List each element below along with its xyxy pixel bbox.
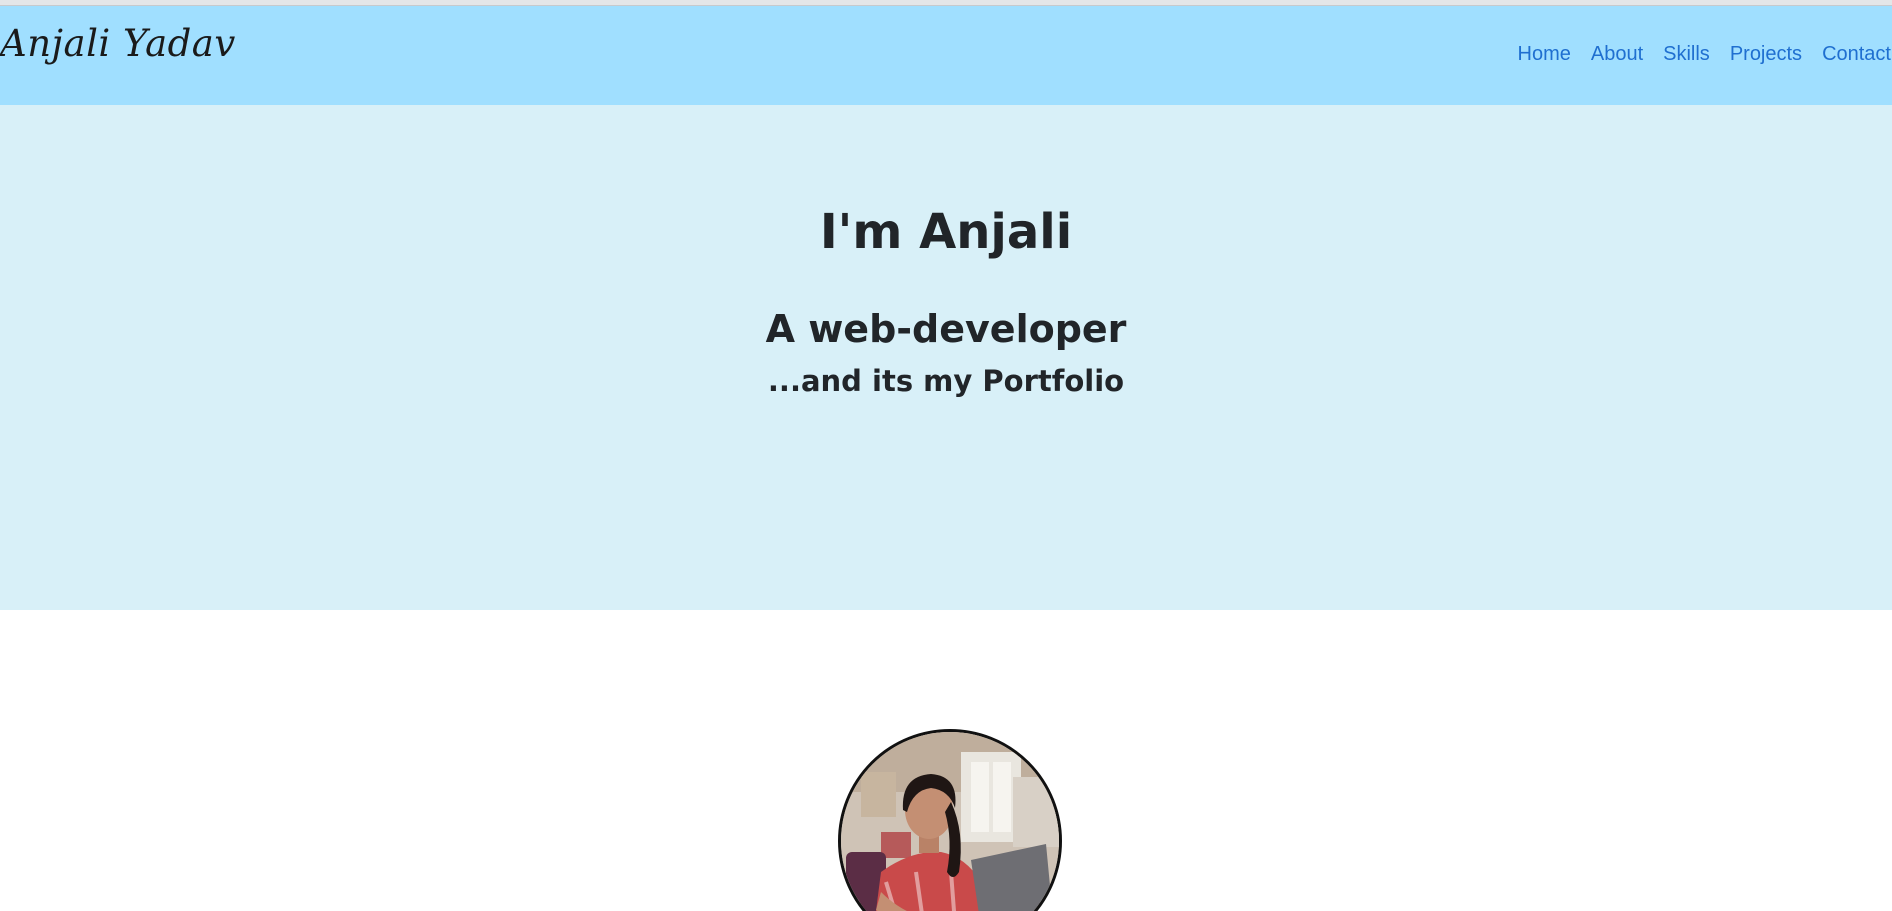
nav-link-about[interactable]: About <box>1581 43 1653 66</box>
profile-photo <box>838 729 1062 911</box>
portfolio-page: Anjali Yadav Home About Skills Projects … <box>0 0 1892 911</box>
nav-links: Home About Skills Projects Contact <box>1508 43 1892 66</box>
nav-link-skills[interactable]: Skills <box>1653 43 1720 66</box>
brand-logo[interactable]: Anjali Yadav <box>0 22 236 65</box>
profile-photo-image <box>841 732 1059 911</box>
nav-link-projects[interactable]: Projects <box>1720 43 1812 66</box>
hero-title: I'm Anjali <box>819 204 1073 260</box>
nav-link-contact[interactable]: Contact <box>1812 43 1892 66</box>
hero-subtitle: A web-developer <box>765 307 1127 351</box>
nav-link-home[interactable]: Home <box>1508 43 1581 66</box>
navbar: Anjali Yadav Home About Skills Projects … <box>0 6 1892 105</box>
hero-tagline: ...and its my Portfolio <box>767 364 1125 398</box>
hero-section: I'm Anjali A web-developer ...and its my… <box>0 105 1892 610</box>
